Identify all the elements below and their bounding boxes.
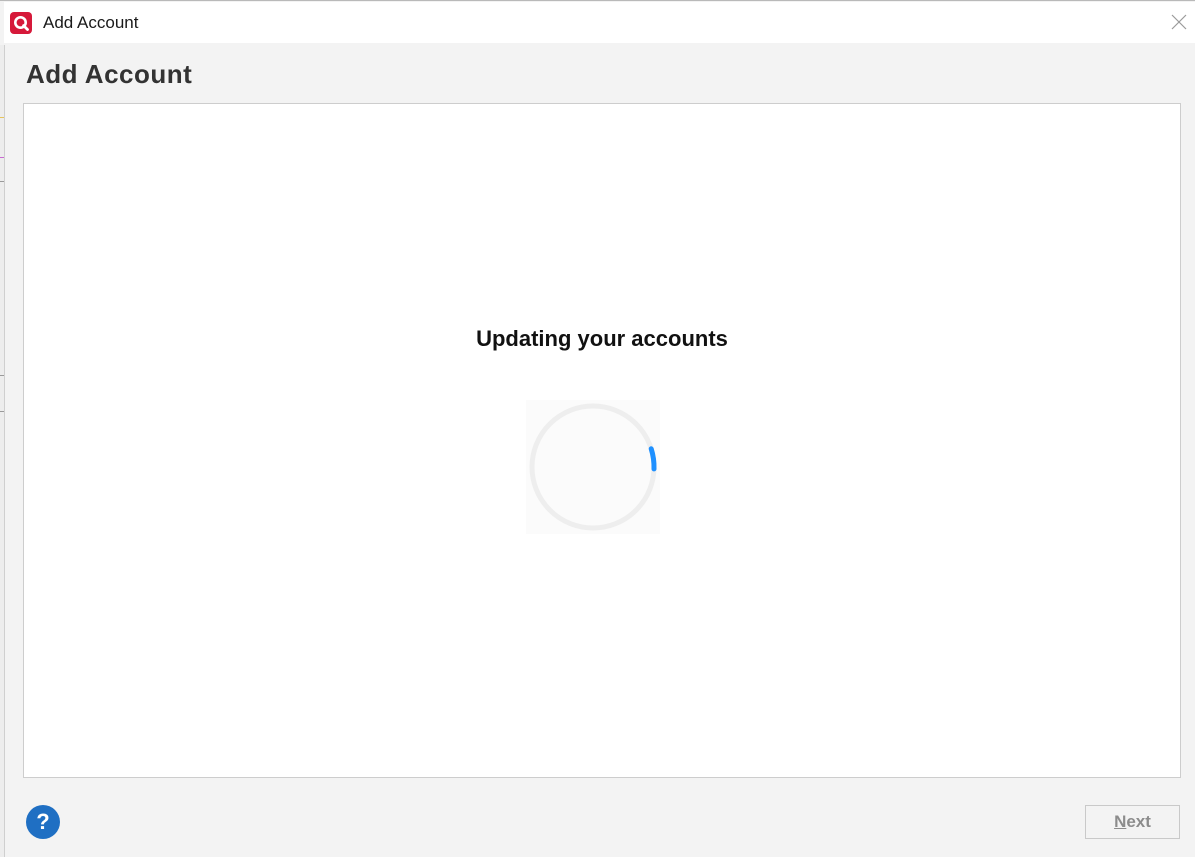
content-panel: Updating your accounts — [23, 103, 1181, 778]
page-title: Add Account — [26, 59, 193, 89]
status-message: Updating your accounts — [476, 326, 728, 351]
help-button[interactable]: ? — [26, 805, 60, 839]
help-icon: ? — [36, 809, 50, 834]
close-button[interactable] — [1167, 10, 1191, 34]
next-mnemonic: N — [1114, 812, 1127, 831]
close-icon — [1171, 14, 1187, 30]
next-label-rest: ext — [1126, 812, 1151, 831]
add-account-dialog: Add Account Add Account Updating your ac… — [0, 0, 1195, 857]
window-title: Add Account — [43, 13, 139, 32]
spinner-arc — [648, 446, 657, 472]
loading-spinner-icon — [526, 400, 660, 534]
background-window-edge — [0, 45, 5, 857]
title-bar: Add Account — [4, 2, 1195, 43]
qlik-logo-icon — [10, 12, 32, 34]
next-button[interactable]: Next — [1085, 805, 1180, 839]
